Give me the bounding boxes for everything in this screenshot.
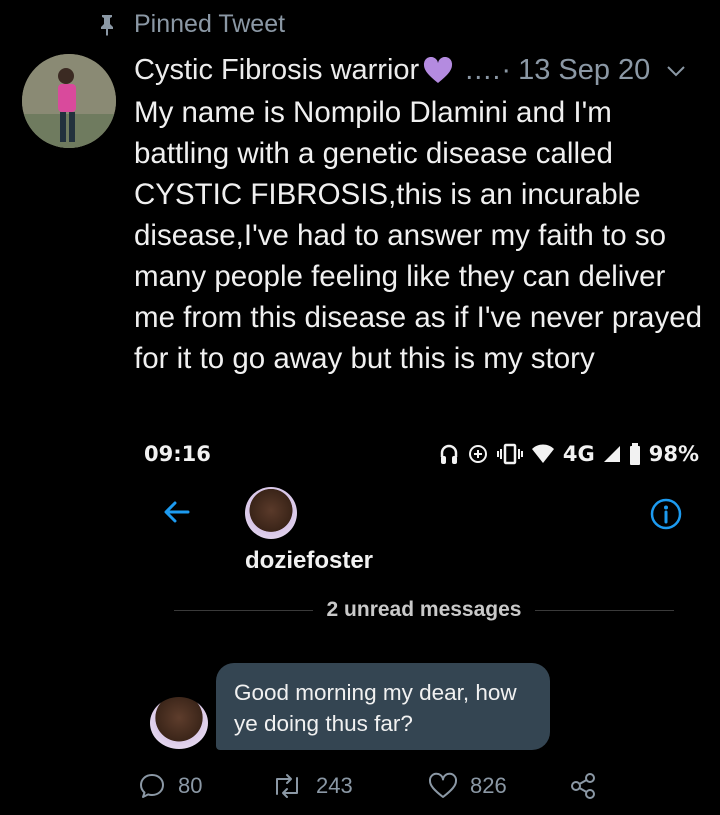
tweet-actions: 80 243 826 <box>138 768 608 804</box>
pin-icon <box>96 11 118 39</box>
headphones-icon <box>439 443 459 465</box>
pinned-tweet-label: Pinned Tweet <box>96 10 285 39</box>
battery-icon <box>629 443 641 465</box>
data-saver-icon <box>467 443 489 465</box>
heart-icon <box>428 772 458 798</box>
tweet-text: My name is Nompilo Dlamini and I'm battl… <box>134 96 703 375</box>
like-count: 826 <box>470 773 507 798</box>
status-time: 09:16 <box>144 442 211 466</box>
tweet-header: Cystic Fibrosis warrior ....· 13 Sep 20 <box>134 54 704 87</box>
message-avatar[interactable] <box>150 697 208 749</box>
tweet-date[interactable]: 13 Sep 20 <box>518 54 650 87</box>
retweet-count: 243 <box>316 773 353 798</box>
network-type: 4G <box>562 442 595 466</box>
like-button[interactable]: 826 <box>428 772 507 800</box>
divider-line-right <box>535 609 674 611</box>
unread-divider: 2 unread messages <box>174 595 674 625</box>
share-button[interactable] <box>568 771 598 801</box>
dm-username[interactable]: doziefoster <box>245 547 373 575</box>
share-icon <box>571 773 595 799</box>
signal-icon <box>603 445 621 463</box>
reply-icon <box>140 774 164 798</box>
wifi-icon <box>531 444 555 464</box>
pinned-text: Pinned Tweet <box>134 10 286 38</box>
battery-percent: 98% <box>648 442 699 466</box>
status-bar: 09:16 4G 98% <box>144 439 699 469</box>
divider-line-left <box>174 609 313 611</box>
vibrate-icon <box>496 443 523 465</box>
status-icons: 4G 98% <box>439 442 699 466</box>
reply-count: 80 <box>178 773 203 798</box>
retweet-button[interactable]: 243 <box>270 772 353 800</box>
retweet-icon <box>276 774 298 798</box>
author-name[interactable]: Cystic Fibrosis warrior <box>134 54 419 87</box>
more-dots: ....· <box>465 54 513 86</box>
unread-count: 2 unread messages <box>326 598 522 621</box>
message-bubble: Good morning my dear, how ye doing thus … <box>216 663 550 750</box>
info-icon[interactable] <box>650 498 682 530</box>
chevron-down-icon[interactable] <box>666 64 686 78</box>
author-avatar[interactable] <box>22 54 116 148</box>
embedded-screenshot: 09:16 4G 98% doziefoster 2 unread messag… <box>134 425 704 750</box>
back-arrow-icon[interactable] <box>162 497 192 527</box>
purple-heart-icon <box>423 56 455 85</box>
dm-avatar[interactable] <box>245 487 297 539</box>
reply-button[interactable]: 80 <box>138 772 202 800</box>
